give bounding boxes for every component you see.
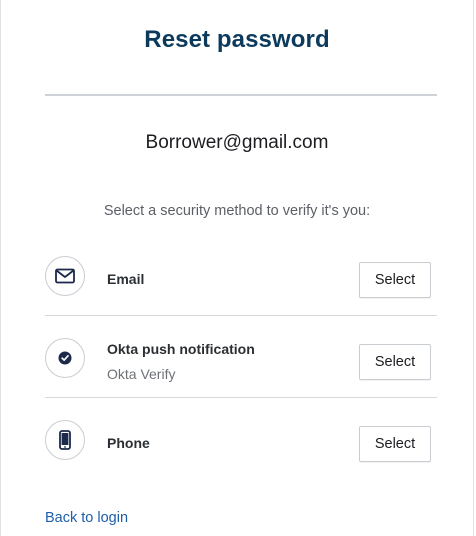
select-phone-button[interactable]: Select: [359, 426, 431, 462]
method-label: Okta push notification: [107, 341, 255, 357]
instructions-text: Select a security method to verify it's …: [103, 203, 371, 219]
method-phone: Phone Select: [45, 398, 437, 480]
reset-password-card: Reset password Borrower@gmail.com Select…: [0, 0, 474, 536]
select-okta-push-button[interactable]: Select: [359, 344, 431, 380]
user-identifier: Borrower@gmail.com: [145, 132, 329, 153]
okta-verify-icon: [45, 338, 85, 378]
method-label: Phone: [107, 435, 150, 451]
method-subtitle: Okta Verify: [107, 366, 176, 382]
back-to-login-link[interactable]: Back to login: [45, 510, 128, 526]
select-email-button[interactable]: Select: [359, 262, 431, 298]
page-title: Reset password: [144, 26, 330, 53]
envelope-icon: [45, 256, 85, 296]
phone-icon: [45, 420, 85, 460]
method-okta-push: Okta push notification Okta Verify Selec…: [45, 316, 437, 398]
header-divider: [45, 94, 437, 96]
method-email: Email Select: [45, 234, 437, 316]
method-label: Email: [107, 271, 145, 287]
